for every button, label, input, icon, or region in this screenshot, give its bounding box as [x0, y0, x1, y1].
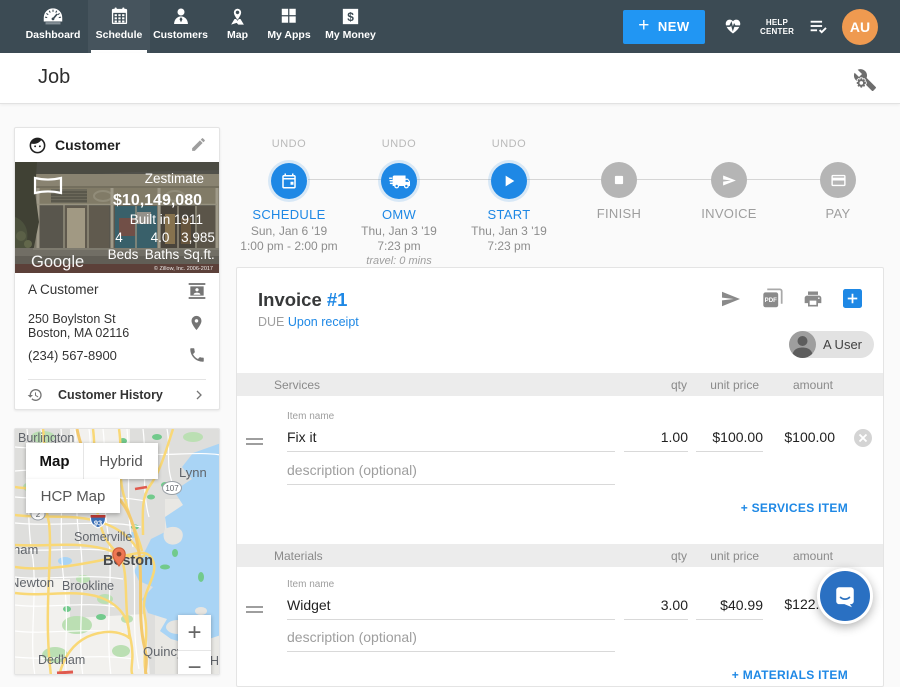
- svg-text:© Zillow, Inc. 2006-2017: © Zillow, Inc. 2006-2017: [154, 265, 213, 272]
- svg-text:Lynn: Lynn: [179, 465, 207, 480]
- svg-text:PDF: PDF: [765, 297, 777, 304]
- svg-text:107: 107: [165, 484, 179, 493]
- svg-text:Baths: Baths: [145, 247, 180, 262]
- svg-text:Built in 1911: Built in 1911: [130, 212, 203, 227]
- svg-text:Brookline: Brookline: [62, 579, 114, 593]
- svg-text:Beds: Beds: [108, 247, 139, 262]
- svg-text:ham: ham: [15, 542, 38, 557]
- svg-text:93: 93: [94, 519, 102, 528]
- svg-text:Sq.ft.: Sq.ft.: [183, 247, 215, 262]
- svg-text:Hi: Hi: [210, 654, 220, 668]
- svg-text:Newton: Newton: [15, 575, 54, 590]
- svg-text:Zestimate: Zestimate: [145, 171, 204, 186]
- svg-text:4: 4: [115, 230, 123, 245]
- svg-text:3,985: 3,985: [181, 230, 215, 245]
- svg-text:Boston: Boston: [103, 553, 153, 569]
- svg-text:Google: Google: [31, 253, 84, 271]
- svg-text:Somerville: Somerville: [74, 530, 132, 544]
- svg-text:$10,149,080: $10,149,080: [113, 192, 202, 209]
- svg-text:Dedham: Dedham: [38, 653, 85, 667]
- svg-text:4.0: 4.0: [151, 230, 170, 245]
- svg-text:$: $: [347, 10, 354, 24]
